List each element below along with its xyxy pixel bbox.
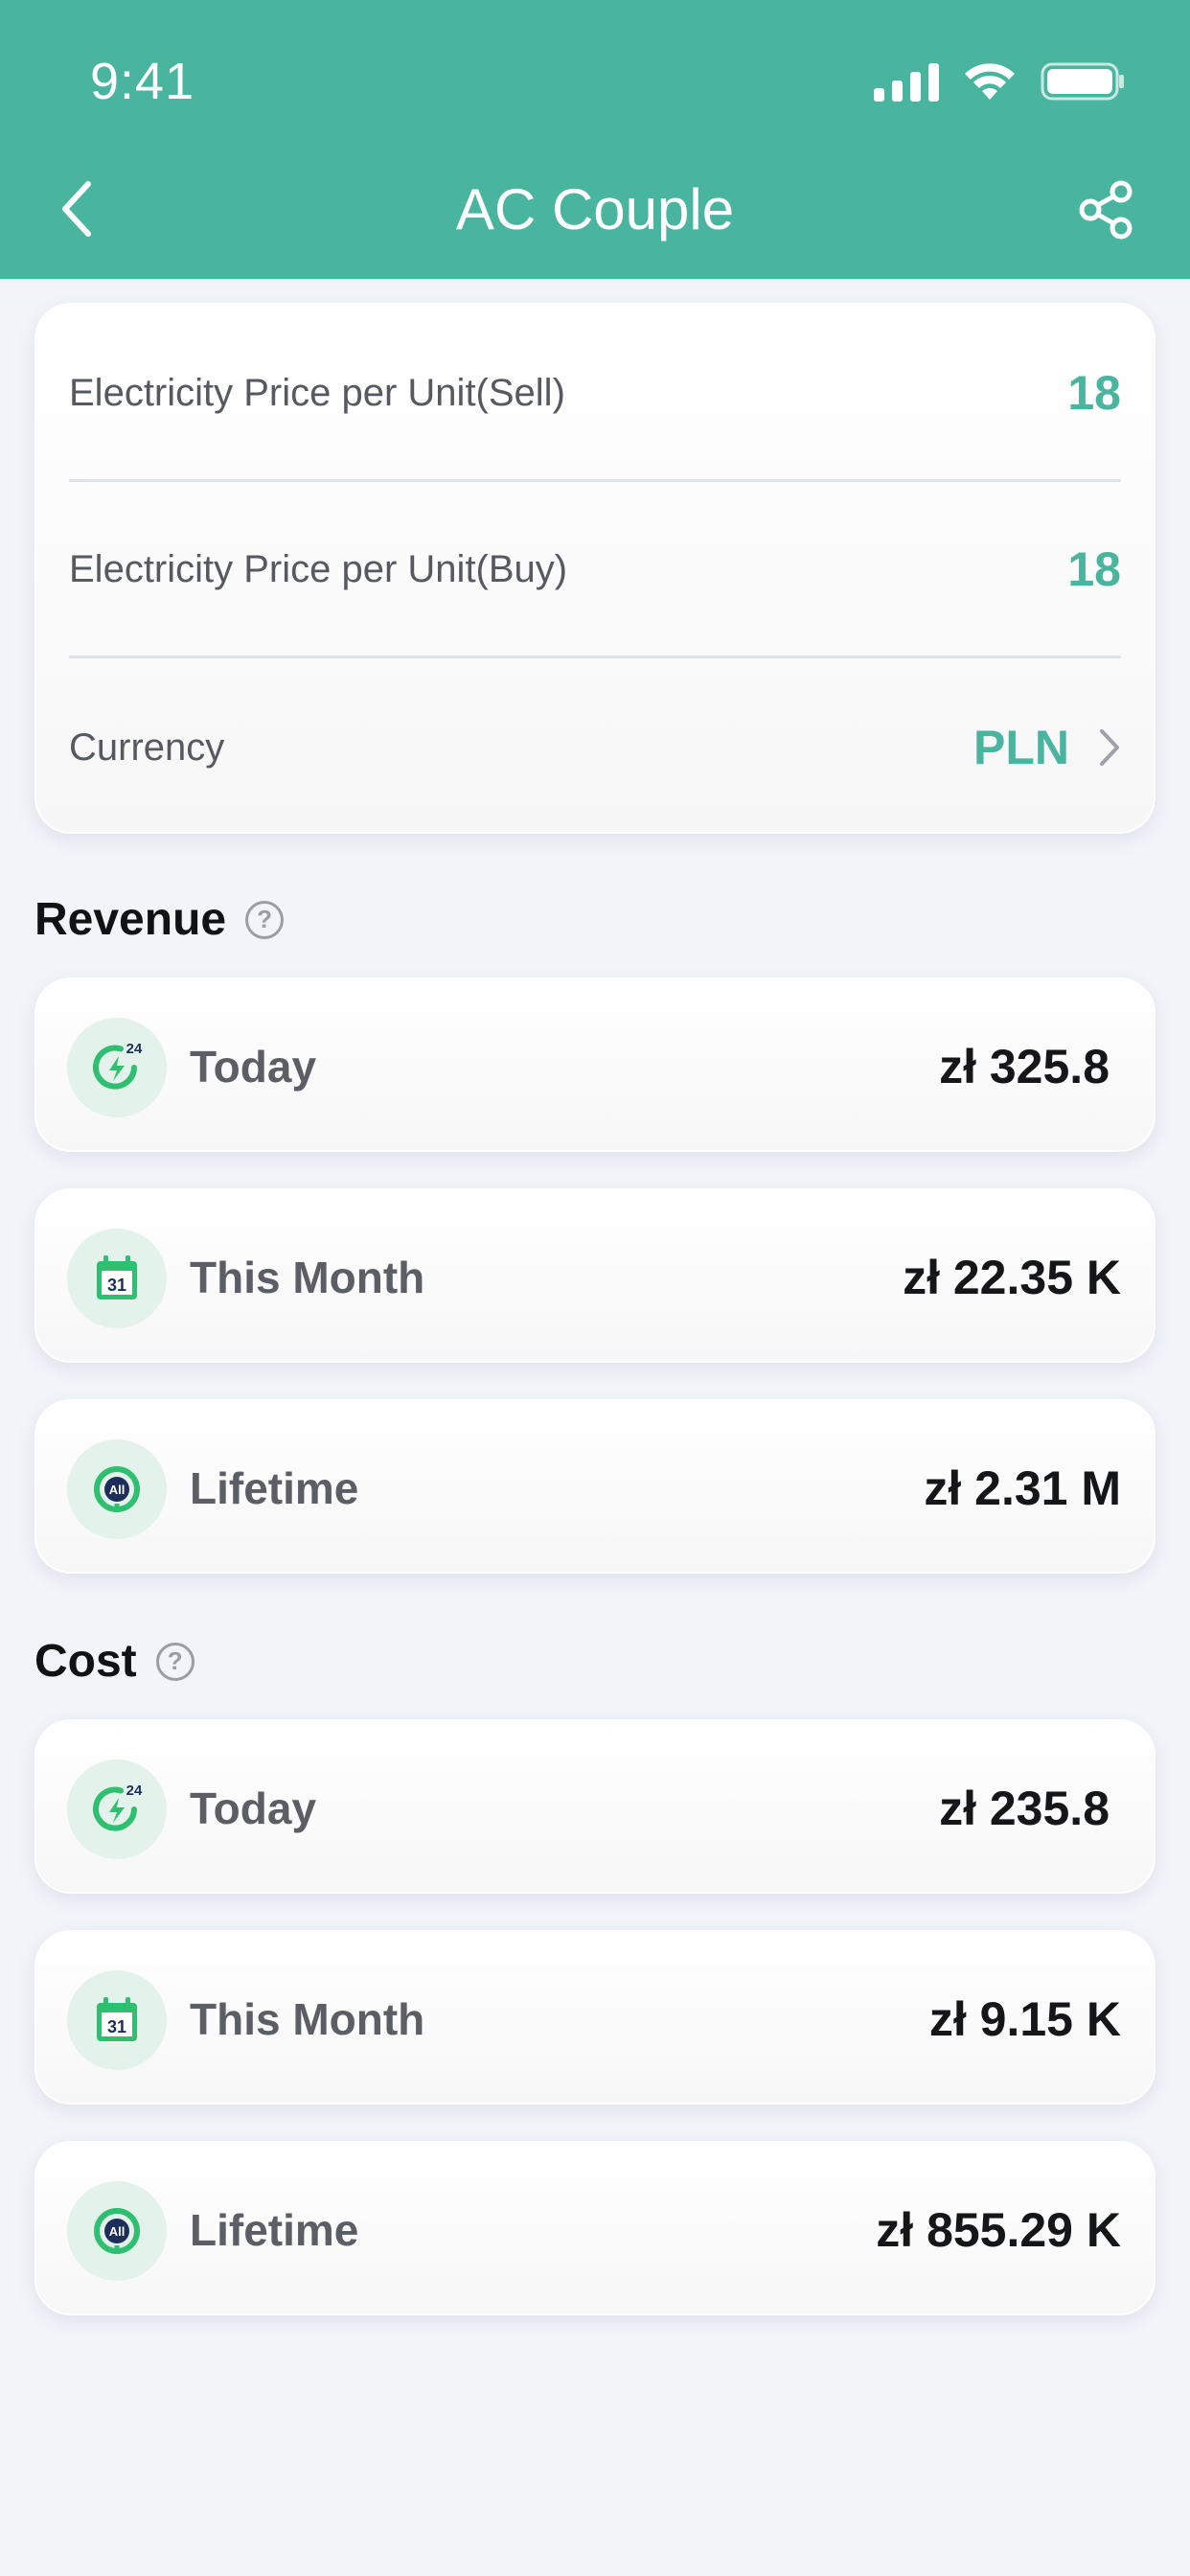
currency-value-wrap: PLN [973,720,1121,775]
cost-section-title: Cost ? [34,1635,195,1688]
currency-row[interactable]: Currency PLN [69,659,1121,836]
24h-energy-icon: 24 [67,1018,167,1117]
buy-price-row[interactable]: Electricity Price per Unit(Buy) 18 [69,481,1121,657]
svg-text:24: 24 [126,1041,143,1057]
svg-text:31: 31 [107,1276,126,1295]
cost-today-card[interactable]: 24 Today zł 235.8 [34,1719,1156,1894]
stat-label: Today [190,1783,317,1833]
chevron-right-icon [1100,729,1119,766]
calendar-icon: 31 [67,1970,167,2070]
stat-value: zł 2.31 M [924,1461,1121,1515]
svg-text:31: 31 [107,2017,126,2036]
stat-label: Today [190,1042,317,1092]
help-icon[interactable]: ? [245,900,285,939]
buy-price-label: Electricity Price per Unit(Buy) [69,547,568,590]
stat-label: This Month [190,1253,425,1302]
stat-label: Lifetime [190,2205,359,2255]
revenue-month-card[interactable]: 31 This Month zł 22.35 K [34,1188,1156,1363]
battery-icon [1041,62,1124,101]
sell-price-value: 18 [1067,366,1121,420]
stat-value: zł 325.8 [939,1040,1110,1093]
buy-price-value: 18 [1067,542,1121,596]
stat-value: zł 235.8 [939,1782,1110,1835]
revenue-section-title: Revenue ? [34,893,285,946]
svg-text:All: All [109,1483,126,1497]
cost-lifetime-card[interactable]: All Lifetime zł 855.29 K [34,2141,1156,2315]
share-icon [1079,180,1133,240]
status-icons [874,59,1125,104]
wifi-icon [965,63,1015,100]
revenue-lifetime-card[interactable]: All Lifetime zł 2.31 M [34,1399,1156,1574]
share-button[interactable] [1077,180,1136,240]
price-settings-card: Electricity Price per Unit(Sell) 18 Elec… [34,303,1156,834]
stat-value: zł 22.35 K [903,1251,1121,1304]
cost-month-card[interactable]: 31 This Month zł 9.15 K [34,1930,1156,2104]
revenue-today-card[interactable]: 24 Today zł 325.8 [34,978,1156,1152]
sell-price-row[interactable]: Electricity Price per Unit(Sell) 18 [69,305,1121,481]
currency-label: Currency [69,725,225,769]
divider [69,656,1121,658]
stat-value: zł 9.15 K [928,1992,1121,2046]
stat-label: Lifetime [190,1463,359,1513]
lifetime-all-icon: All [67,2181,167,2281]
page-title: AC Couple [455,177,735,242]
cost-title: Cost [34,1636,137,1687]
sell-price-label: Electricity Price per Unit(Sell) [69,371,565,414]
stat-value: zł 855.29 K [876,2203,1121,2257]
svg-text:24: 24 [126,1782,143,1799]
currency-value: PLN [973,721,1069,774]
stat-label: This Month [190,1994,425,2044]
status-time: 9:41 [90,53,195,110]
help-icon[interactable]: ? [155,1642,195,1681]
cellular-signal-icon [874,61,939,102]
24h-energy-icon: 24 [67,1760,167,1859]
calendar-icon: 31 [67,1229,167,1328]
app-header: 9:41 AC Couple [0,0,1190,279]
svg-text:All: All [109,2224,126,2239]
revenue-title: Revenue [34,894,227,945]
lifetime-all-icon: All [67,1439,167,1539]
